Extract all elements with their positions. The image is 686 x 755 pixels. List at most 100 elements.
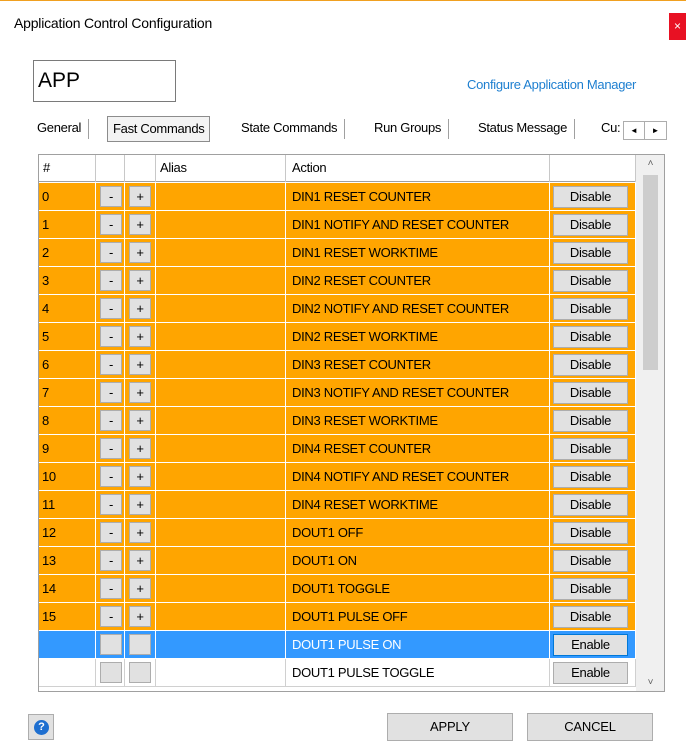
toggle-state-button[interactable]: Disable — [553, 382, 628, 404]
table-row[interactable]: 11- + DIN4 RESET WORKTIME Disable — [39, 491, 636, 519]
table-row[interactable]: 1- + DIN1 NOTIFY AND RESET COUNTER Disable — [39, 211, 636, 239]
remove-button[interactable]: - — [100, 578, 122, 599]
alias-cell[interactable] — [156, 407, 286, 435]
alias-cell[interactable] — [156, 547, 286, 575]
action-cell[interactable]: DIN4 RESET COUNTER — [286, 435, 550, 463]
alias-cell[interactable] — [156, 379, 286, 407]
action-cell[interactable]: DIN2 NOTIFY AND RESET COUNTER — [286, 295, 550, 323]
remove-button[interactable]: - — [100, 326, 122, 347]
help-button[interactable]: ? — [28, 714, 54, 740]
tab-status-message[interactable]: Status Message — [478, 116, 576, 142]
toggle-state-button[interactable]: Disable — [553, 326, 628, 348]
remove-button[interactable]: - — [100, 522, 122, 543]
table-row[interactable]: 2- + DIN1 RESET WORKTIME Disable — [39, 239, 636, 267]
remove-button[interactable] — [100, 634, 122, 655]
table-row[interactable]: 13- + DOUT1 ON Disable — [39, 547, 636, 575]
action-cell[interactable]: DIN3 RESET WORKTIME — [286, 407, 550, 435]
action-cell[interactable]: DIN4 RESET WORKTIME — [286, 491, 550, 519]
remove-button[interactable]: - — [100, 354, 122, 375]
tab-scroll-right-icon[interactable]: ► — [645, 122, 666, 139]
alias-cell[interactable] — [156, 267, 286, 295]
table-row[interactable]: 4- + DIN2 NOTIFY AND RESET COUNTER Disable — [39, 295, 636, 323]
alias-cell[interactable] — [156, 351, 286, 379]
table-row[interactable]: DOUT1 PULSE TOGGLE Enable — [39, 659, 636, 687]
add-button[interactable] — [129, 662, 151, 683]
add-button[interactable]: + — [129, 270, 151, 291]
add-button[interactable]: + — [129, 326, 151, 347]
alias-cell[interactable] — [156, 519, 286, 547]
alias-cell[interactable] — [156, 491, 286, 519]
remove-button[interactable]: - — [100, 298, 122, 319]
add-button[interactable]: + — [129, 522, 151, 543]
toggle-state-button[interactable]: Disable — [553, 270, 628, 292]
alias-cell[interactable] — [156, 183, 286, 211]
tab-state-commands[interactable]: State Commands — [241, 116, 346, 142]
table-row[interactable]: 7- + DIN3 NOTIFY AND RESET COUNTER Disable — [39, 379, 636, 407]
column-header-button[interactable] — [550, 155, 636, 182]
action-cell[interactable]: DOUT1 ON — [286, 547, 550, 575]
remove-button[interactable]: - — [100, 466, 122, 487]
column-header-action[interactable]: Action — [286, 155, 550, 182]
toggle-state-button[interactable]: Disable — [553, 354, 628, 376]
vertical-scrollbar[interactable]: ˄ ˅ — [636, 155, 664, 691]
table-row[interactable]: 0- + DIN1 RESET COUNTER Disable — [39, 183, 636, 211]
remove-button[interactable]: - — [100, 438, 122, 459]
apply-button[interactable]: APPLY — [387, 713, 513, 741]
table-row[interactable]: 15- + DOUT1 PULSE OFF Disable — [39, 603, 636, 631]
action-cell[interactable]: DIN1 NOTIFY AND RESET COUNTER — [286, 211, 550, 239]
add-button[interactable]: + — [129, 578, 151, 599]
toggle-state-button[interactable]: Disable — [553, 214, 628, 236]
tab-custom[interactable]: Cu: — [601, 116, 621, 142]
column-header-minus[interactable] — [96, 155, 125, 182]
alias-cell[interactable] — [156, 435, 286, 463]
action-cell[interactable]: DIN2 RESET COUNTER — [286, 267, 550, 295]
toggle-state-button[interactable]: Disable — [553, 242, 628, 264]
column-header-plus[interactable] — [125, 155, 156, 182]
remove-button[interactable]: - — [100, 270, 122, 291]
table-row[interactable]: 5- + DIN2 RESET WORKTIME Disable — [39, 323, 636, 351]
add-button[interactable]: + — [129, 606, 151, 627]
add-button[interactable]: + — [129, 298, 151, 319]
add-button[interactable]: + — [129, 214, 151, 235]
table-row[interactable]: DOUT1 PULSE ON Enable — [39, 631, 636, 659]
remove-button[interactable]: - — [100, 242, 122, 263]
add-button[interactable]: + — [129, 550, 151, 571]
close-button[interactable]: × — [669, 13, 686, 40]
remove-button[interactable]: - — [100, 214, 122, 235]
toggle-state-button[interactable]: Enable — [553, 634, 628, 656]
column-header-number[interactable]: # — [39, 155, 96, 182]
alias-cell[interactable] — [156, 463, 286, 491]
alias-cell[interactable] — [156, 575, 286, 603]
alias-cell[interactable] — [156, 323, 286, 351]
action-cell[interactable]: DIN3 RESET COUNTER — [286, 351, 550, 379]
table-row[interactable]: 10- + DIN4 NOTIFY AND RESET COUNTER Disable — [39, 463, 636, 491]
scroll-up-icon[interactable]: ˄ — [636, 155, 664, 172]
action-cell[interactable]: DOUT1 OFF — [286, 519, 550, 547]
action-cell[interactable]: DIN1 RESET COUNTER — [286, 183, 550, 211]
action-cell[interactable]: DOUT1 PULSE TOGGLE — [286, 659, 550, 687]
remove-button[interactable]: - — [100, 494, 122, 515]
column-header-alias[interactable]: Alias — [156, 155, 286, 182]
action-cell[interactable]: DOUT1 PULSE ON — [286, 631, 550, 659]
table-row[interactable]: 14- + DOUT1 TOGGLE Disable — [39, 575, 636, 603]
toggle-state-button[interactable]: Disable — [553, 494, 628, 516]
add-button[interactable]: + — [129, 494, 151, 515]
remove-button[interactable]: - — [100, 606, 122, 627]
toggle-state-button[interactable]: Disable — [553, 438, 628, 460]
table-row[interactable]: 6- + DIN3 RESET COUNTER Disable — [39, 351, 636, 379]
add-button[interactable]: + — [129, 242, 151, 263]
remove-button[interactable] — [100, 662, 122, 683]
action-cell[interactable]: DIN4 NOTIFY AND RESET COUNTER — [286, 463, 550, 491]
action-cell[interactable]: DIN2 RESET WORKTIME — [286, 323, 550, 351]
configure-application-manager-link[interactable]: Configure Application Manager — [467, 77, 636, 92]
toggle-state-button[interactable]: Disable — [553, 550, 628, 572]
add-button[interactable] — [129, 634, 151, 655]
remove-button[interactable]: - — [100, 186, 122, 207]
table-row[interactable]: 3- + DIN2 RESET COUNTER Disable — [39, 267, 636, 295]
table-row[interactable]: 8- + DIN3 RESET WORKTIME Disable — [39, 407, 636, 435]
alias-cell[interactable] — [156, 211, 286, 239]
cancel-button[interactable]: CANCEL — [527, 713, 653, 741]
add-button[interactable]: + — [129, 382, 151, 403]
action-cell[interactable]: DIN3 NOTIFY AND RESET COUNTER — [286, 379, 550, 407]
action-cell[interactable]: DIN1 RESET WORKTIME — [286, 239, 550, 267]
